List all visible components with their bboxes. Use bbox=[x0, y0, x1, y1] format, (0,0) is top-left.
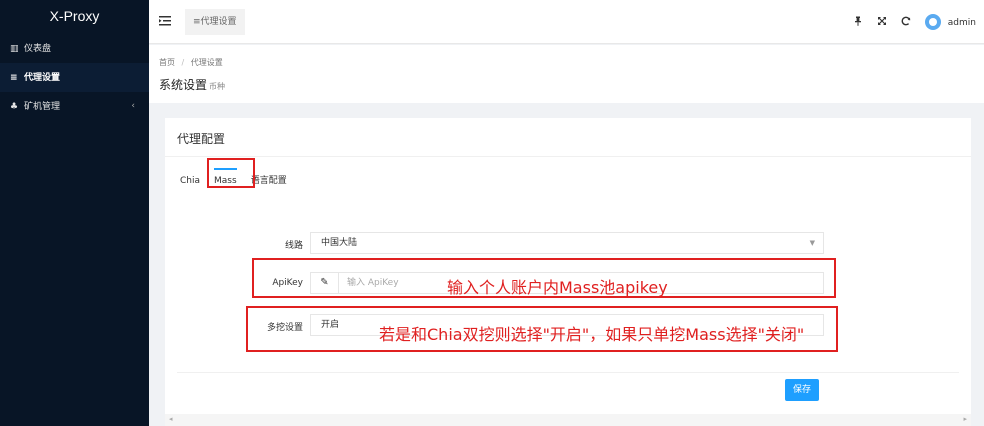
tab-language[interactable]: 语言配置 bbox=[251, 168, 287, 194]
sidebar-item-proxy-settings[interactable]: ≡ 代理设置 bbox=[0, 63, 149, 92]
save-button[interactable]: 保存 bbox=[785, 379, 819, 401]
tab-proxy-settings[interactable]: ≡代理设置 bbox=[185, 9, 245, 35]
route-label: 线路 bbox=[284, 241, 303, 251]
tab-chia[interactable]: Chia bbox=[180, 168, 200, 194]
sidebar-item-label: 仪表盘 bbox=[24, 43, 52, 54]
list-icon: ≡ bbox=[10, 72, 18, 83]
route-select-value: 中国大陆 bbox=[321, 238, 358, 248]
scroll-right-icon[interactable]: ▸ bbox=[963, 415, 967, 423]
sidebar-item-label: 代理设置 bbox=[24, 72, 61, 83]
menu-toggle-icon[interactable] bbox=[158, 14, 172, 28]
divider bbox=[177, 372, 959, 373]
annotation-box-mass-tab bbox=[207, 158, 255, 188]
sidebar-item-label: 矿机管理 bbox=[24, 101, 61, 112]
top-header: ≡代理设置 admin bbox=[149, 0, 984, 44]
refresh-icon[interactable] bbox=[901, 16, 911, 29]
sidebar-item-dashboard[interactable]: ▥ 仪表盘 bbox=[0, 34, 149, 63]
divider bbox=[165, 156, 971, 157]
horizontal-scrollbar[interactable]: ◂ ▸ bbox=[165, 414, 971, 426]
page-title: 系统设置 币种 bbox=[159, 76, 225, 93]
fullscreen-icon[interactable] bbox=[877, 16, 887, 29]
page-subtitle: 币种 bbox=[209, 82, 226, 91]
route-select[interactable]: 中国大陆 ▼ bbox=[310, 232, 824, 254]
sidebar: X-Proxy ▥ 仪表盘 ≡ 代理设置 ♣ 矿机管理 ‹ bbox=[0, 0, 149, 426]
annotation-multi-note: 若是和Chia双挖则选择"开启"，如果只单挖Mass选择"关闭" bbox=[379, 325, 805, 344]
breadcrumb-home[interactable]: 首页 bbox=[159, 58, 175, 67]
sidebar-item-miner-management[interactable]: ♣ 矿机管理 ‹ bbox=[0, 92, 149, 121]
breadcrumb-current: 代理设置 bbox=[190, 58, 223, 67]
page-title-text: 系统设置 bbox=[159, 78, 208, 92]
scroll-left-icon[interactable]: ◂ bbox=[169, 415, 173, 423]
card-title: 代理配置 bbox=[177, 132, 226, 146]
breadcrumb-separator: / bbox=[181, 58, 185, 67]
bar-chart-icon: ▥ bbox=[10, 43, 19, 54]
breadcrumb: 首页 / 代理设置 bbox=[159, 57, 223, 68]
proxy-config-card: 代理配置 Chia Mass 语言配置 线路 中国大陆 ▼ ApiKey ✎ 输… bbox=[165, 118, 971, 414]
annotation-apikey-note: 输入个人账户内Mass池apikey bbox=[447, 278, 668, 297]
caret-down-icon: ▼ bbox=[809, 239, 815, 247]
user-menu[interactable]: admin bbox=[924, 14, 976, 30]
page-header: 首页 / 代理设置 系统设置 币种 bbox=[149, 45, 984, 103]
username: admin bbox=[947, 18, 976, 28]
avatar bbox=[924, 14, 941, 30]
chevron-left-icon: ‹ bbox=[131, 101, 135, 111]
cluster-icon: ♣ bbox=[10, 101, 19, 112]
pin-icon[interactable] bbox=[853, 16, 863, 29]
app-brand: X-Proxy bbox=[49, 8, 100, 24]
